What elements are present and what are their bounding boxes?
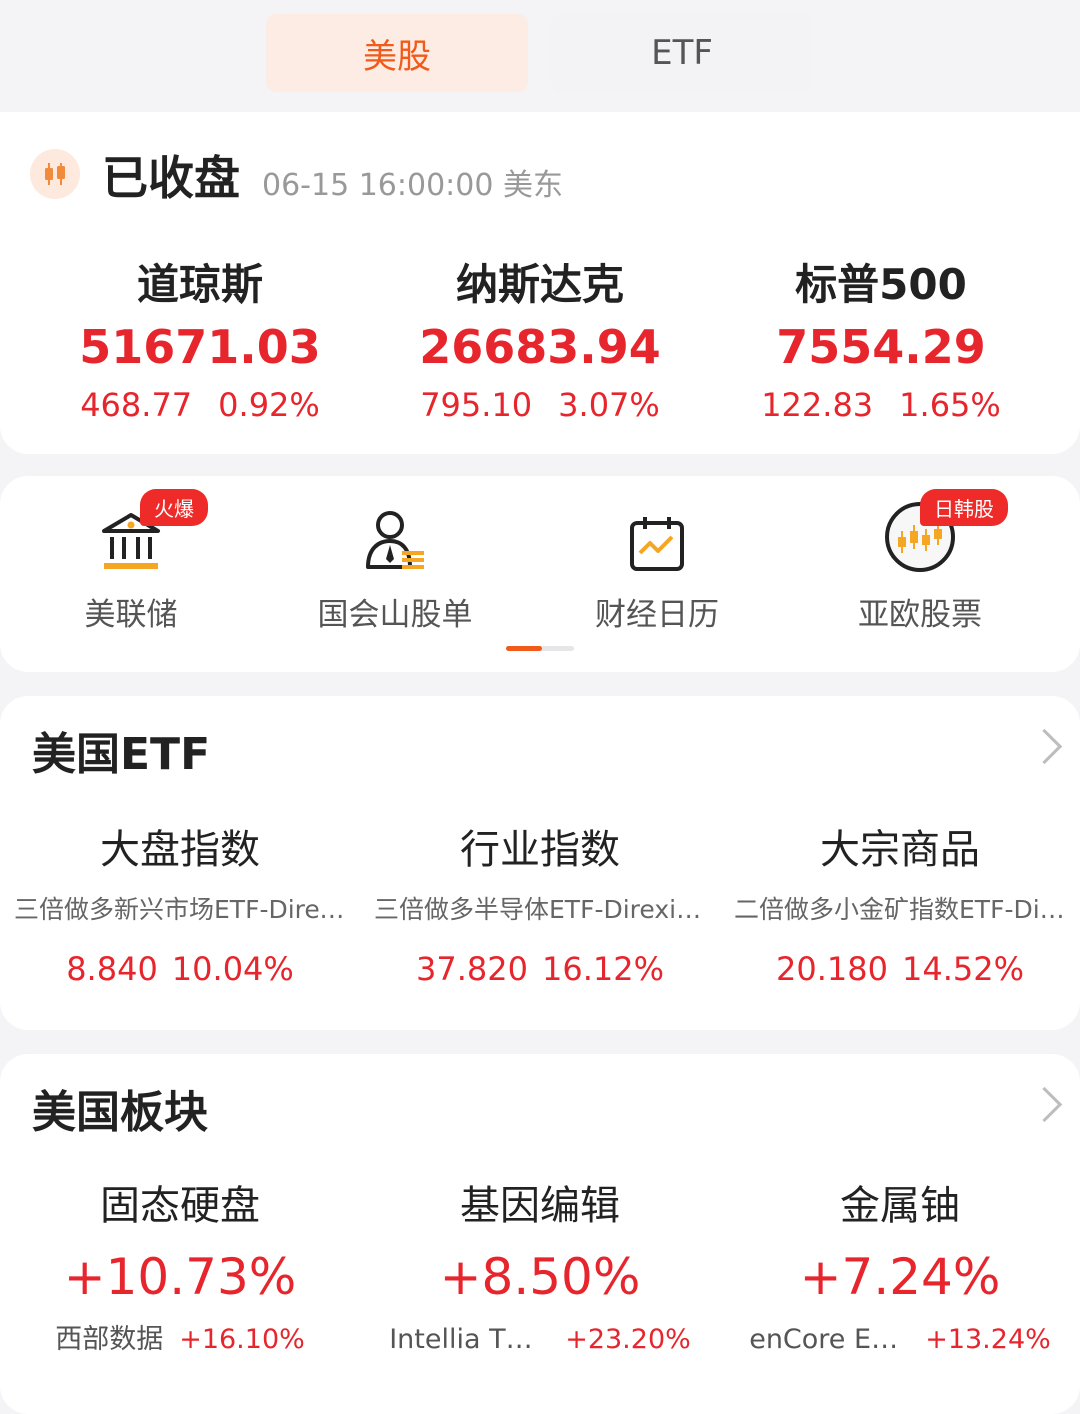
etf-item-commodities[interactable]: 大宗商品 二倍做多小金矿指数ETF-Direxion 20.180 14.52% [720,822,1080,994]
shortcut-label: 国会山股单 [317,597,473,633]
shortcut-label: 美联储 [84,597,178,633]
etf-quote: 37.820 16.12% [360,944,720,994]
etf-price: 37.820 [416,950,528,988]
person-list-icon [366,511,424,569]
etf-pct: 16.12% [541,950,664,988]
shortcut-asia-europe-stocks[interactable]: 日韩股 亚欧股票 [789,489,1051,634]
sector-leader: 西部数据 +16.10% [0,1318,360,1362]
leader-pct: +13.24% [925,1324,1051,1355]
shortcut-label: 财经日历 [595,597,719,633]
sector-name: 金属铀 [840,1183,960,1229]
etf-name: 二倍做多小金矿指数ETF-Direxion [734,895,1080,924]
etf-price: 8.840 [66,950,158,988]
asia-badge: 日韩股 [920,489,1008,526]
etf-item-sector-index[interactable]: 行业指数 三倍做多半导体ETF-Direxion 37.820 16.12% [360,822,720,994]
sector-pct: +7.24% [799,1248,1001,1306]
index-sp500[interactable]: 标普500 7554.29 122.83 1.65% [711,256,1051,432]
index-nasdaq[interactable]: 纳斯达克 26683.94 795.10 3.07% [370,256,710,432]
hot-badge: 火爆 [140,489,208,526]
etf-item-broad-index[interactable]: 大盘指数 三倍做多新兴市场ETF-Direxion 8.840 10.04% [0,822,360,994]
etf-quote: 20.180 14.52% [720,944,1080,994]
etf-category: 行业指数 [460,827,620,873]
sector-leader: enCore Energy +13.24% [720,1318,1080,1362]
leader-pct: +16.10% [179,1324,305,1355]
market-status-title: 已收盘 [102,151,240,205]
us-sectors-title[interactable]: 美国板块 [32,1076,208,1140]
etf-name: 三倍做多新兴市场ETF-Direxion [14,895,360,924]
leader-stock: enCore Energy [749,1324,909,1355]
index-value: 51671.03 [79,320,321,374]
us-etf-title[interactable]: 美国ETF [32,718,210,782]
sector-item-gene-editing[interactable]: 基因编辑 +8.50% Intellia Therapeutics +23.20% [360,1178,720,1362]
shortcut-fed[interactable]: 火爆 美联储 [0,489,262,634]
etf-price: 20.180 [776,950,888,988]
leader-pct: +23.20% [565,1324,691,1355]
index-change: 122.83 1.65% [711,378,1051,432]
shortcut-congress-trades[interactable]: 国会山股单 [264,495,526,634]
sector-name: 固态硬盘 [100,1183,260,1229]
etf-category: 大盘指数 [100,827,260,873]
sector-item-uranium[interactable]: 金属铀 +7.24% enCore Energy +13.24% [720,1178,1080,1362]
index-name: 标普500 [795,260,967,309]
calendar-chart-icon [630,517,684,571]
etf-pct: 10.04% [171,950,294,988]
page-indicator [506,646,574,651]
leader-stock: 西部数据 [55,1324,164,1355]
index-change-pct: 0.92% [218,386,320,424]
market-status-time: 06-15 16:00:00 美东 [262,168,563,203]
index-change-pct: 1.65% [899,386,1001,424]
sector-pct: +8.50% [439,1248,641,1306]
index-dow-jones[interactable]: 道琼斯 51671.03 468.77 0.92% [30,256,370,432]
sector-item-ssd[interactable]: 固态硬盘 +10.73% 西部数据 +16.10% [0,1178,360,1362]
index-value: 7554.29 [776,320,986,374]
index-change-points: 468.77 [80,386,193,424]
index-change-pct: 3.07% [558,386,660,424]
shortcut-label: 亚欧股票 [858,597,982,633]
tab-etf[interactable]: ETF [551,14,813,92]
tab-us-stocks[interactable]: 美股 [266,14,528,92]
sector-leader: Intellia Therapeutics +23.20% [360,1318,720,1362]
shortcut-economic-calendar[interactable]: 财经日历 [526,495,788,634]
index-name: 道琼斯 [136,260,263,309]
etf-pct: 14.52% [901,950,1024,988]
index-change-points: 795.10 [420,386,533,424]
etf-quote: 8.840 10.04% [0,944,360,994]
index-name: 纳斯达克 [455,260,624,309]
leader-stock: Intellia Therapeutics [389,1324,549,1355]
index-change: 795.10 3.07% [370,378,710,432]
index-change-points: 122.83 [761,386,874,424]
sector-name: 基因编辑 [460,1183,620,1229]
etf-category: 大宗商品 [820,827,980,873]
candlestick-icon [30,149,80,199]
index-change: 468.77 0.92% [30,378,370,432]
index-value: 26683.94 [419,320,661,374]
sector-pct: +10.73% [63,1248,297,1306]
etf-name: 三倍做多半导体ETF-Direxion [374,895,708,924]
